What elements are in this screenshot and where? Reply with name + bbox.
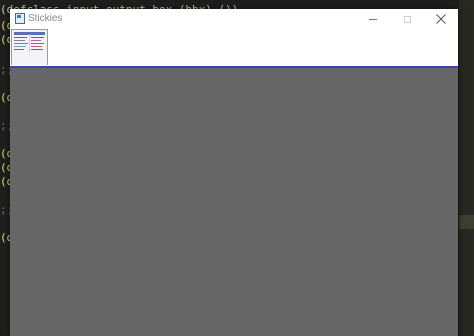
maximize-icon: [403, 15, 411, 23]
minimize-button[interactable]: [356, 9, 390, 29]
minimize-icon: [369, 18, 377, 20]
notes-strip: [10, 29, 458, 68]
thumbnail-line: [31, 46, 42, 47]
app-icon: [15, 13, 25, 24]
window-title: Stickies: [28, 13, 63, 24]
editor-gutter: [459, 0, 474, 336]
editor-gutter-marker: [459, 215, 474, 229]
thumbnail-line: [14, 43, 28, 44]
thumbnail-line: [14, 37, 27, 38]
note-thumbnail[interactable]: [11, 29, 48, 65]
thumbnail-line: [31, 37, 44, 38]
thumbnail-line: [14, 40, 25, 41]
close-icon: [436, 14, 446, 24]
maximize-button[interactable]: [390, 9, 424, 29]
thumbnail-line: [31, 40, 41, 41]
close-button[interactable]: [424, 9, 458, 29]
stickies-canvas[interactable]: [10, 68, 458, 336]
thumbnail-line: [31, 49, 43, 50]
stickies-window: Stickies: [10, 9, 458, 336]
title-bar[interactable]: Stickies: [10, 9, 458, 29]
thumbnail-line: [14, 49, 24, 50]
thumbnail-divider: [29, 34, 30, 52]
thumbnail-line: [31, 43, 44, 44]
thumbnail-line: [14, 46, 26, 47]
